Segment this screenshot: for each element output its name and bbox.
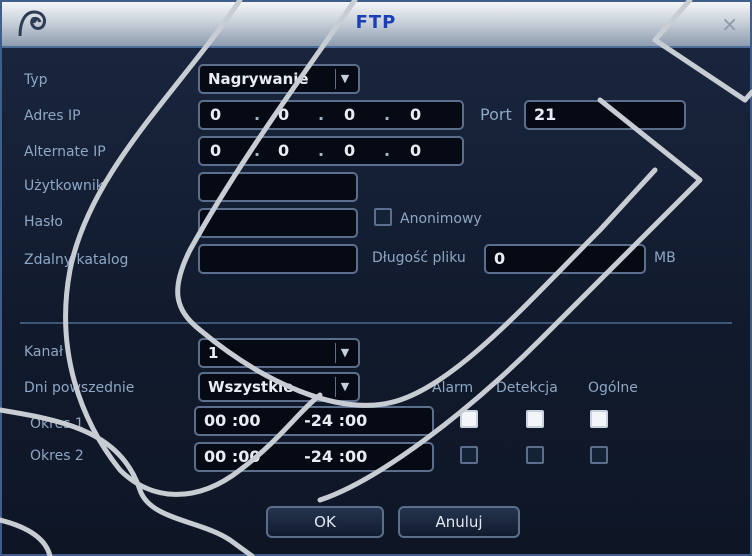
ip-octet-3: 0 (344, 141, 356, 160)
password-label: Hasło (24, 214, 63, 230)
weekdays-dropdown[interactable]: Wszystkie ▼ (198, 372, 360, 402)
window-title: FTP (355, 12, 397, 33)
period-end-minute: 00 (344, 447, 368, 466)
period-2-label: Okres 2 (30, 448, 84, 464)
detection-column-header: Detekcja (496, 380, 558, 396)
channel-label: Kanał (24, 344, 63, 360)
period-1-detection-checkbox[interactable] (526, 410, 544, 428)
weekdays-value: Wszystkie (208, 378, 294, 396)
period-start-minute: 00 (238, 411, 261, 430)
file-length-unit: MB (654, 250, 676, 266)
channel-dropdown[interactable]: 1 ▼ (198, 338, 360, 368)
ip-octet-3: 0 (344, 105, 356, 124)
time-range-separator: - (304, 411, 311, 430)
period-1-label: Okres 1 (30, 416, 84, 432)
channel-value: 1 (208, 344, 219, 362)
ip-separator: . (384, 105, 391, 124)
type-dropdown[interactable]: Nagrywanie ▼ (198, 64, 360, 94)
period-end-minute: 00 (344, 411, 368, 430)
anonymous-checkbox[interactable] (374, 208, 392, 226)
anonymous-label: Anonimowy (400, 211, 482, 227)
section-divider (20, 322, 732, 324)
port-label: Port (480, 105, 512, 124)
ip-octet-4: 0 (410, 105, 422, 124)
ip-octet-4: 0 (410, 141, 422, 160)
general-column-header: Ogólne (588, 380, 638, 396)
ip-octet-1: 0 (210, 105, 222, 124)
period-2-general-checkbox[interactable] (590, 446, 608, 464)
ip-octet-2: 0 (278, 141, 290, 160)
period-1-general-checkbox[interactable] (590, 410, 608, 428)
ip-octet-2: 0 (278, 105, 290, 124)
alternate-ip-label: Alternate IP (24, 144, 106, 160)
period-1-alarm-checkbox[interactable] (460, 410, 478, 428)
ftp-dialog: FTP × Typ Nagrywanie ▼ Adres IP 0 . 0 . … (0, 0, 752, 556)
username-label: Użytkownik (24, 178, 104, 194)
file-length-field[interactable]: 0 (484, 244, 646, 274)
period-end-hour: 24 (310, 447, 333, 466)
ip-address-field[interactable]: 0 . 0 . 0 . 0 (198, 100, 464, 130)
ok-button[interactable]: OK (266, 506, 384, 538)
ip-separator: . (254, 141, 261, 160)
weekdays-label: Dni powszednie (24, 380, 135, 396)
chevron-down-icon: ▼ (335, 377, 354, 397)
period-2-alarm-checkbox[interactable] (460, 446, 478, 464)
title-bar: FTP × (2, 2, 750, 48)
ip-separator: . (318, 105, 325, 124)
period-start-minute: 00 (238, 447, 261, 466)
period-start-hour: 00 (204, 411, 227, 430)
username-field[interactable] (198, 172, 358, 202)
cancel-button[interactable]: Anuluj (398, 506, 520, 538)
period-2-detection-checkbox[interactable] (526, 446, 544, 464)
ip-separator: . (384, 141, 391, 160)
close-icon[interactable]: × (721, 12, 738, 36)
ip-address-label: Adres IP (24, 108, 81, 124)
period-2-time-field[interactable]: 00 :00 -24 :00 (194, 442, 434, 472)
ip-separator: . (254, 105, 261, 124)
type-value: Nagrywanie (208, 70, 309, 88)
alarm-column-header: Alarm (432, 380, 474, 396)
alternate-ip-field[interactable]: 0 . 0 . 0 . 0 (198, 136, 464, 166)
period-start-hour: 00 (204, 447, 227, 466)
password-field[interactable] (198, 208, 358, 238)
chevron-down-icon: ▼ (335, 69, 354, 89)
time-range-separator: - (304, 447, 311, 466)
ip-separator: . (318, 141, 325, 160)
period-1-time-field[interactable]: 00 :00 -24 :00 (194, 406, 434, 436)
port-field[interactable]: 21 (524, 100, 686, 130)
period-end-hour: 24 (310, 411, 333, 430)
ip-octet-1: 0 (210, 141, 222, 160)
file-length-label: Długość pliku (372, 250, 466, 266)
chevron-down-icon: ▼ (335, 343, 354, 363)
remote-dir-field[interactable] (198, 244, 358, 274)
remote-dir-label: Zdalny katalog (24, 252, 129, 268)
type-label: Typ (24, 72, 48, 88)
